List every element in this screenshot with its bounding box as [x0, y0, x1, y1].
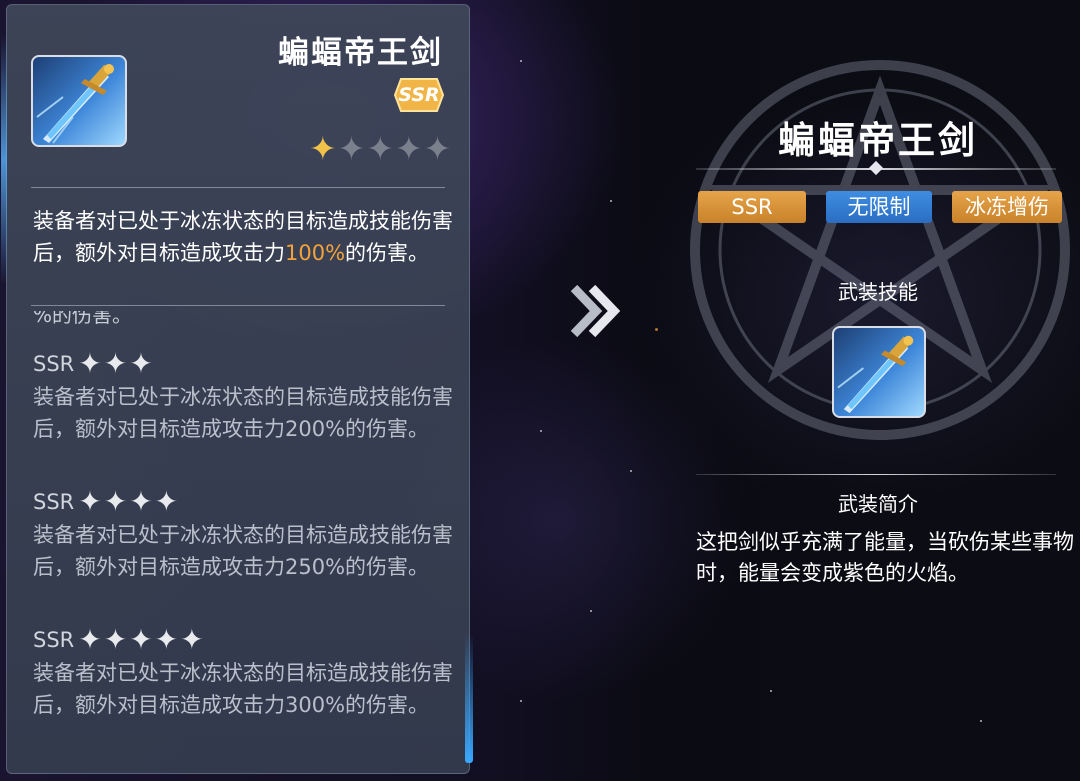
background-star	[655, 328, 658, 331]
star-icon: ✦	[366, 129, 394, 168]
ssr-rarity-badge: SSR	[393, 75, 445, 115]
star-icon: ✦	[394, 129, 423, 168]
effect-value: 100%	[285, 241, 346, 265]
tier-description: 装备者对已处于冰冻状态的目标造成技能伤害后，额外对目标造成攻击力200%的伤害。	[33, 385, 453, 441]
star-icon: ✦	[78, 347, 102, 380]
double-chevron-right-icon[interactable]	[568, 282, 622, 340]
star-icon: ✦	[337, 129, 366, 168]
background-star	[610, 200, 612, 202]
rarity-tag: SSR	[698, 191, 806, 223]
background-star	[520, 700, 522, 702]
star-icon: ✦	[309, 129, 337, 168]
tier-item: SSR ✦ ✦ ✦ 装备者对已处于冰冻状态的目标造成技能伤害后，额外对目标造成攻…	[33, 349, 463, 445]
background-star	[520, 60, 522, 62]
tier-item: SSR ✦ ✦ ✦ ✦ 装备者对已处于冰冻状态的目标造成技能伤害后，额外对目标造…	[33, 487, 463, 583]
star-icon: ✦	[154, 623, 179, 656]
intro-section-label: 武装简介	[838, 492, 918, 516]
sword-icon[interactable]	[31, 55, 127, 147]
panel-glow-accent	[1, 35, 7, 285]
restriction-tag: 无限制	[826, 191, 932, 223]
star-rating: ✦ ✦ ✦ ✦ ✦	[309, 131, 451, 167]
star-icon: ✦	[129, 485, 153, 518]
background-star	[540, 430, 542, 432]
effect-text-end: 的伤害。	[345, 241, 430, 265]
tier-description: 装备者对已处于冰冻状态的目标造成技能伤害后，额外对目标造成攻击力250%的伤害。	[33, 523, 453, 579]
section-divider	[696, 474, 1056, 475]
weapon-name-heading: 蝙蝠帝王剑	[778, 119, 978, 162]
ssr-badge-label: SSR	[398, 84, 440, 106]
star-icon: ✦	[423, 129, 452, 168]
weapon-title: 蝙蝠帝王剑	[278, 35, 443, 71]
star-icon: ✦	[180, 623, 204, 656]
star-icon: ✦	[103, 485, 128, 518]
background-star	[770, 690, 772, 692]
tier-rarity: SSR	[33, 628, 75, 652]
weapon-intro-text: 这把剑似乎充满了能量，当砍伤某些事物时，能量会变成紫色的火焰。	[696, 530, 1074, 585]
star-icon: ✦	[103, 347, 128, 380]
upgrade-tier-list[interactable]: %的伤害。 SSR ✦ ✦ ✦ 装备者对已处于冰冻状态的目标造成技能伤害后，额外…	[33, 311, 463, 766]
sword-skill-icon[interactable]	[832, 326, 926, 418]
tier-rarity: SSR	[33, 490, 75, 514]
background-star	[630, 470, 632, 472]
skill-section-label: 武装技能	[838, 280, 918, 304]
background-star	[980, 720, 982, 722]
weapon-effect-description: 装备者对已处于冰冻状态的目标造成技能伤害后，额外对目标造成攻击力100%的伤害。	[33, 205, 453, 269]
tier-item: SSR ✦ ✦ ✦ ✦ ✦ 装备者对已处于冰冻状态的目标造成技能伤害后，额外对目…	[33, 625, 463, 721]
tier-rarity: SSR	[33, 352, 75, 376]
divider	[31, 305, 445, 306]
weapon-detail-panel: 蝙蝠帝王剑 SSR ✦ ✦ ✦ ✦ ✦ 装备者对已处于冰冻状态的目标造成技能伤害…	[1, 4, 473, 774]
star-icon: ✦	[129, 623, 153, 656]
background-star	[590, 610, 592, 612]
partial-tier-text: %的伤害。	[33, 311, 133, 327]
star-icon: ✦	[154, 485, 179, 518]
scrollbar[interactable]	[465, 633, 473, 763]
star-icon: ✦	[78, 623, 102, 656]
star-icon: ✦	[78, 485, 102, 518]
tier-description: 装备者对已处于冰冻状态的目标造成技能伤害后，额外对目标造成攻击力300%的伤害。	[33, 661, 453, 717]
divider	[31, 187, 445, 188]
star-icon: ✦	[129, 347, 153, 380]
star-icon: ✦	[103, 623, 128, 656]
effect-tag: 冰冻增伤	[952, 191, 1062, 223]
